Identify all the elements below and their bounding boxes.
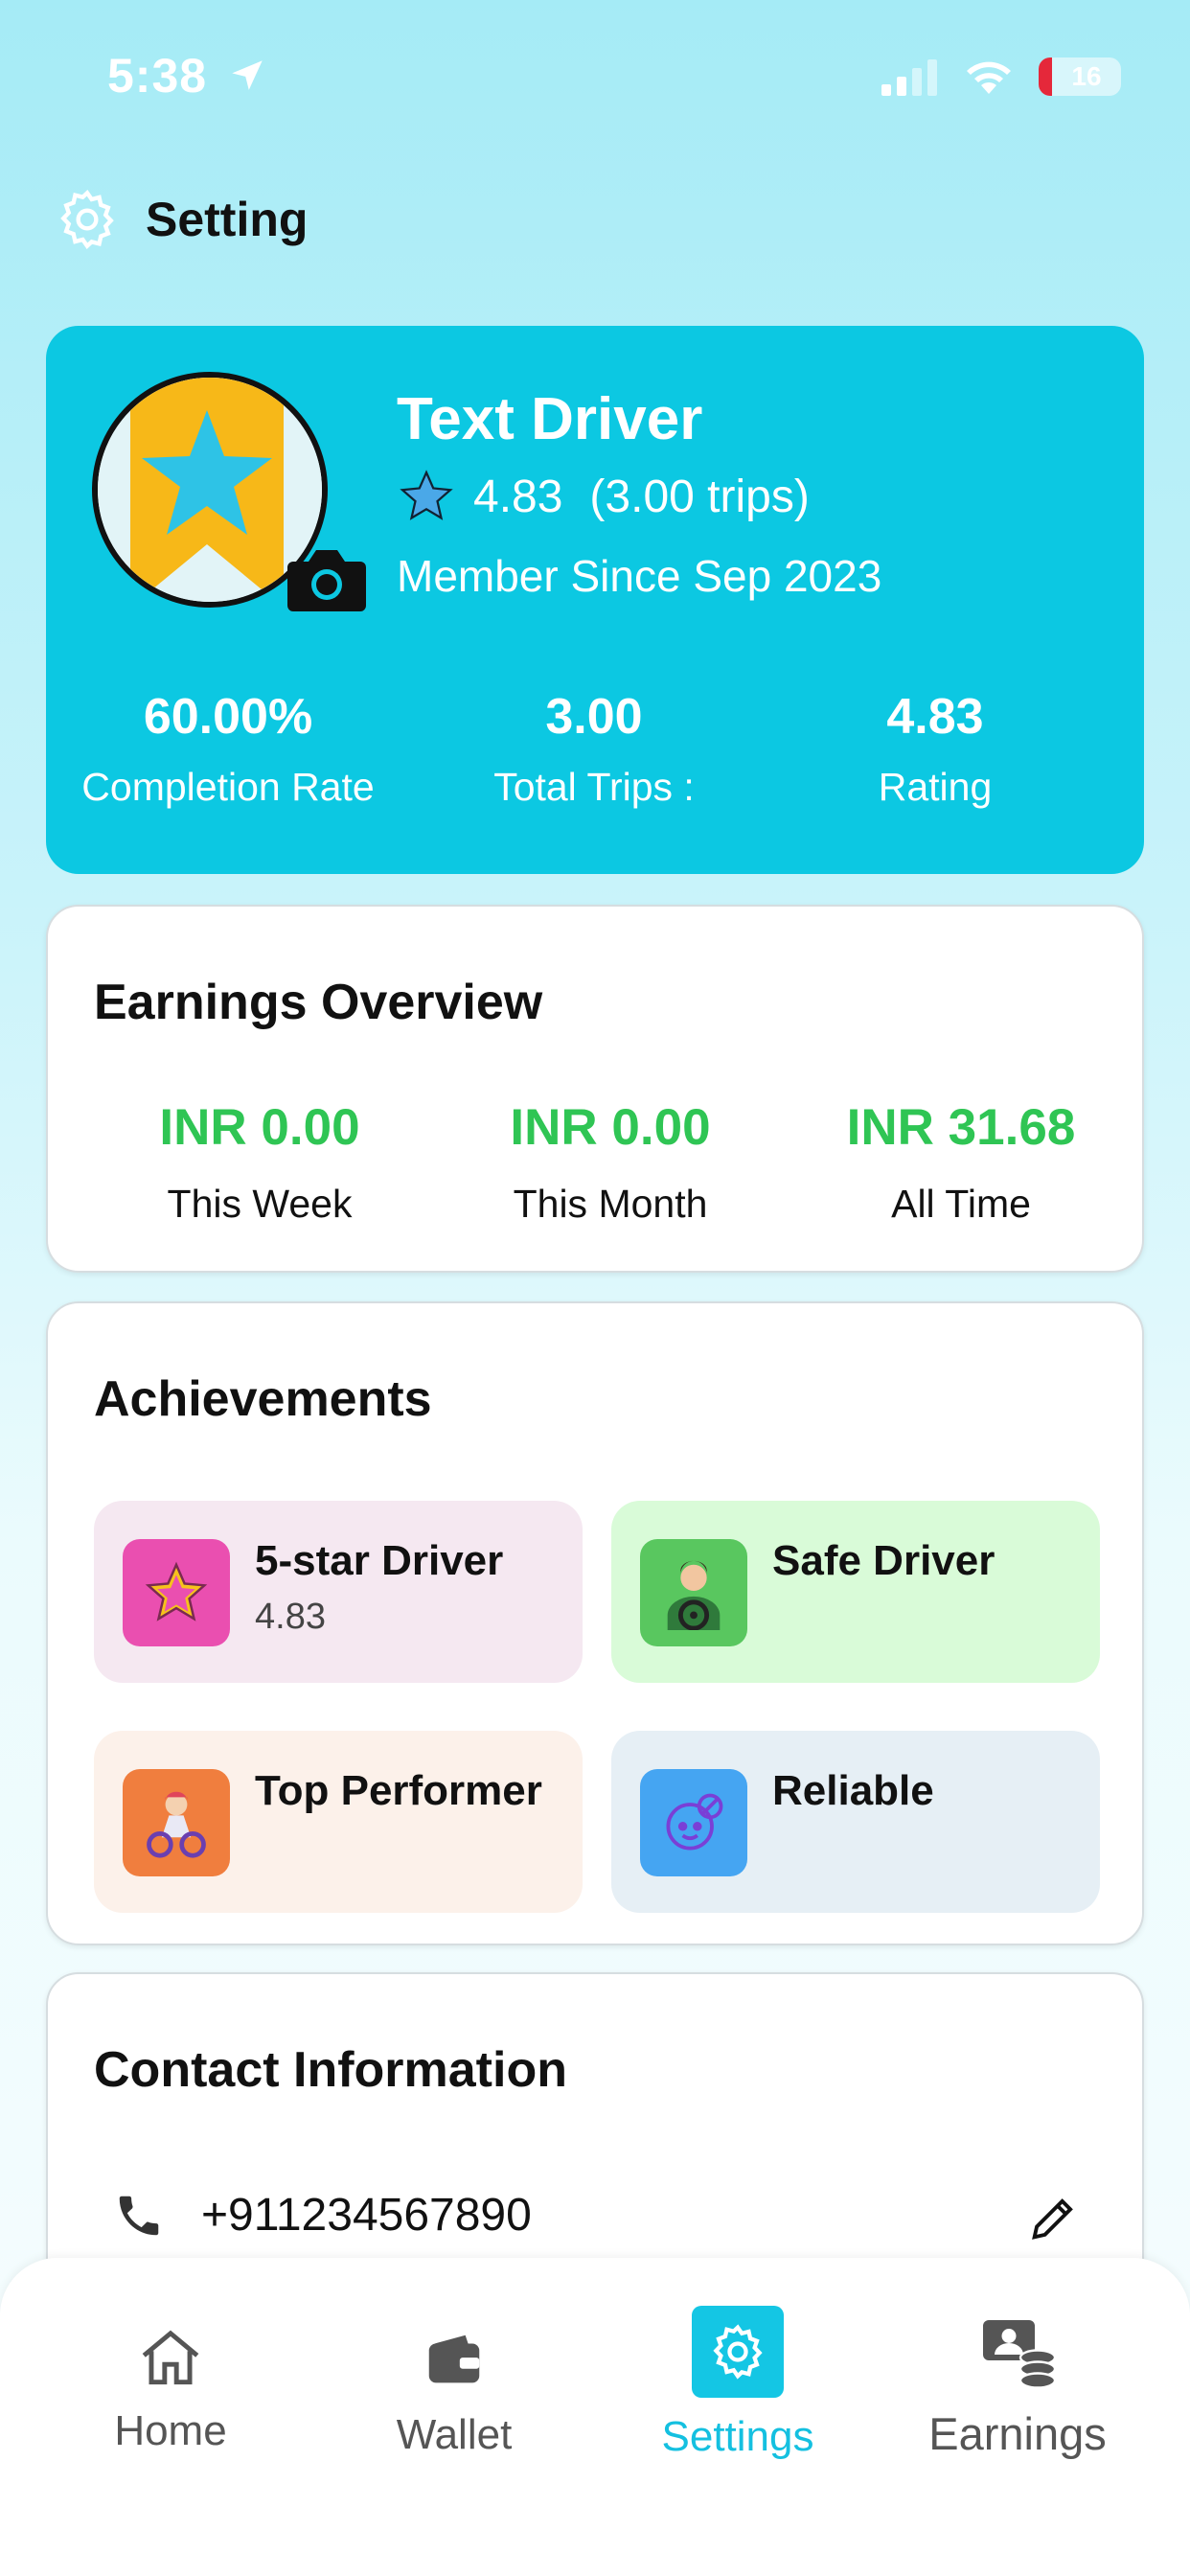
gear-icon bbox=[713, 2324, 763, 2380]
status-time: 5:38 bbox=[107, 48, 267, 104]
earnings-this-month: INR 0.00 This Month bbox=[510, 1099, 711, 1226]
nav-settings[interactable]: Settings bbox=[594, 2306, 881, 2461]
achievements-title: Achievements bbox=[94, 1371, 432, 1427]
achievement-top-performer[interactable]: Top Performer bbox=[94, 1731, 583, 1913]
earnings-card: Earnings Overview INR 0.00 This Week INR… bbox=[46, 905, 1144, 1273]
stat-rating: 4.83 Rating bbox=[878, 689, 993, 809]
signal-icon bbox=[881, 59, 937, 96]
star-icon bbox=[123, 1539, 230, 1646]
reliable-icon bbox=[640, 1769, 747, 1876]
phone-icon bbox=[119, 2196, 159, 2235]
location-arrow-icon bbox=[232, 60, 263, 90]
stat-total-trips: 3.00 Total Trips : bbox=[493, 689, 695, 809]
home-icon bbox=[142, 2330, 199, 2385]
achievements-card: Achievements 5-star Driver 4.83 Safe Dri… bbox=[46, 1301, 1144, 1945]
page-header: Setting bbox=[54, 186, 308, 253]
contact-title: Contact Information bbox=[94, 2042, 567, 2098]
earnings-all-time: INR 31.68 All Time bbox=[846, 1099, 1076, 1226]
nav-earnings[interactable]: Earnings bbox=[874, 2306, 1161, 2460]
wallet-icon bbox=[428, 2334, 480, 2383]
achievement-safe-driver[interactable]: Safe Driver bbox=[611, 1501, 1100, 1683]
earnings-icon bbox=[983, 2320, 1057, 2389]
stat-completion-rate: 60.00% Completion Rate bbox=[81, 689, 375, 809]
driver-name: Text Driver bbox=[397, 386, 703, 452]
wifi-icon bbox=[967, 61, 1011, 94]
performer-icon bbox=[123, 1769, 230, 1876]
phone-row: +911234567890 bbox=[113, 2189, 532, 2242]
nav-wallet[interactable]: Wallet bbox=[310, 2306, 598, 2459]
achievement-five-star-driver[interactable]: 5-star Driver 4.83 bbox=[94, 1501, 583, 1683]
gear-icon[interactable] bbox=[54, 186, 121, 253]
status-indicators: 16 bbox=[881, 58, 1121, 96]
member-since: Member Since Sep 2023 bbox=[397, 551, 882, 601]
bottom-nav: Home Wallet Settings Earnings bbox=[0, 2258, 1190, 2576]
battery-indicator: 16 bbox=[1039, 58, 1121, 96]
earnings-this-week: INR 0.00 This Week bbox=[159, 1099, 360, 1226]
edit-pencil-icon[interactable] bbox=[1025, 2191, 1081, 2246]
rating-summary: 4.83 (3.00 trips) bbox=[397, 468, 810, 525]
rating-value: 4.83 bbox=[473, 471, 563, 522]
achievement-reliable[interactable]: Reliable bbox=[611, 1731, 1100, 1913]
phone-number: +911234567890 bbox=[201, 2190, 532, 2241]
page-title: Setting bbox=[146, 193, 309, 246]
earnings-title: Earnings Overview bbox=[94, 975, 543, 1030]
profile-card: Text Driver 4.83 (3.00 trips) Member Sin… bbox=[46, 326, 1144, 874]
camera-icon[interactable] bbox=[287, 544, 366, 611]
driver-icon bbox=[640, 1539, 747, 1646]
nav-home[interactable]: Home bbox=[27, 2306, 314, 2455]
star-outline-icon bbox=[400, 470, 453, 520]
trip-count: (3.00 trips) bbox=[589, 471, 810, 522]
